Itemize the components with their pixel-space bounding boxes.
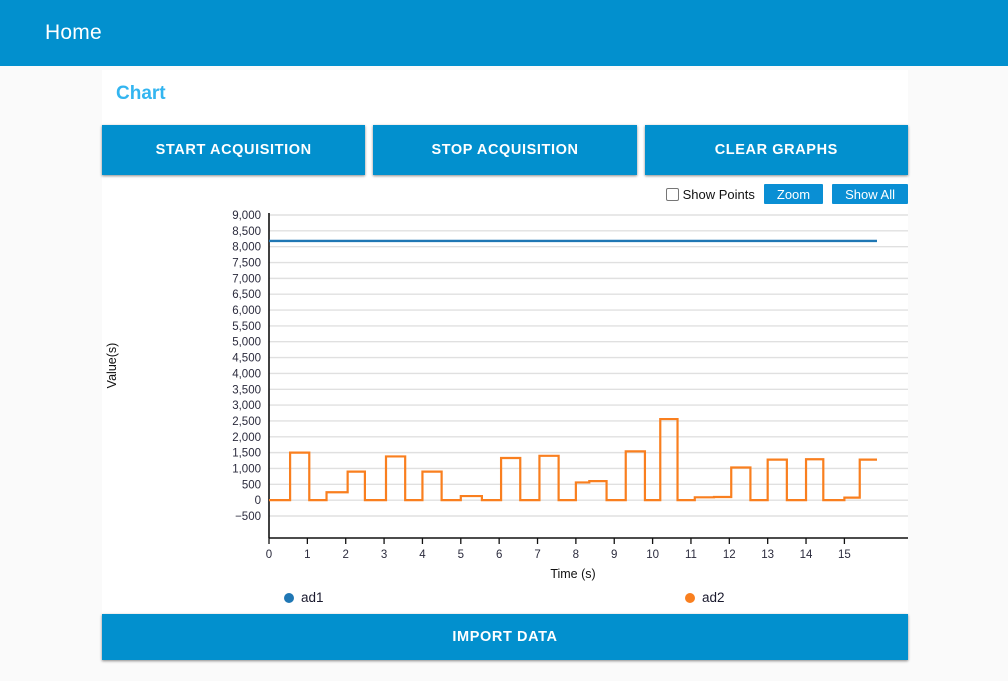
x-tick-label: 3 [381,549,387,561]
y-tick-label: 2,500 [232,416,261,428]
y-tick-label: 7,500 [232,258,261,270]
zoom-button[interactable]: Zoom [763,184,824,204]
app-bar: Home [0,0,1008,66]
y-axis-title: Value(s) [105,343,119,389]
legend-item-ad1[interactable]: ad1 [284,590,324,605]
x-tick-label: 5 [458,549,464,561]
y-tick-label: 1,000 [232,463,261,475]
x-tick-label: 14 [800,549,813,561]
y-tick-label: 6,000 [232,305,261,317]
legend-color-dot-icon [284,592,294,603]
acquisition-button-row: START ACQUISITION STOP ACQUISITION CLEAR… [102,125,908,175]
y-tick-label: 1,500 [232,448,261,460]
show-points-checkbox[interactable] [665,187,679,201]
y-tick-label: 9,000 [232,210,261,222]
y-tick-label: 500 [242,479,261,491]
y-tick-label: 3,500 [232,384,261,396]
y-tick-label: 4,000 [232,368,261,380]
x-tick-label: 4 [419,549,426,561]
x-tick-label: 15 [838,549,851,561]
x-tick-label: 8 [573,549,579,561]
y-tick-label: 0 [255,495,261,507]
y-tick-label: −500 [235,511,261,523]
series-line-ad2 [269,417,877,502]
chart-card: Chart START ACQUISITION STOP ACQUISITION… [102,70,908,660]
legend-item-ad2[interactable]: ad2 [685,590,725,605]
chart-legend: ad1 ad2 [102,590,908,612]
start-acquisition-button[interactable]: START ACQUISITION [102,125,366,175]
x-tick-label: 11 [685,549,697,561]
legend-label-ad2: ad2 [702,590,725,605]
legend-label-ad1: ad1 [301,590,324,605]
y-tick-label: 8,500 [232,226,261,238]
y-tick-label: 6,500 [232,289,261,301]
clear-graphs-button[interactable]: CLEAR GRAPHS [644,125,908,175]
y-tick-label: 7,000 [232,273,261,285]
y-tick-label: 2,000 [232,432,261,444]
chart-svg[interactable]: −500 0 500 1,000 1,500 2,000 2,500 3,000 3,500 4,… [102,206,908,586]
y-tick-label: 5,000 [232,337,261,349]
x-tick-label: 7 [534,549,540,561]
page-title: Chart [116,83,166,104]
y-tick-label: 4,500 [232,353,261,365]
y-tick-label: 8,000 [232,242,261,254]
app-root: Home Chart START ACQUISITION STOP ACQUIS… [0,0,1008,681]
show-points-checkbox-wrap[interactable]: Show Points [665,186,755,202]
x-tick-label: 9 [611,549,617,561]
x-tick-label: 12 [723,549,736,561]
x-tick-label: 6 [496,549,502,561]
x-tick-label: 13 [761,549,774,561]
show-points-label: Show Points [682,186,755,202]
y-tick-label: 5,500 [232,321,261,333]
x-tick-label: 10 [646,549,659,561]
x-tick-label: 1 [304,549,310,561]
chart-plot-area[interactable]: −500 0 500 1,000 1,500 2,000 2,500 3,000 3,500 4,… [102,206,908,586]
chart-toolbar: Show Points Zoom Show All [665,184,908,204]
x-tick-label: 2 [343,549,349,561]
app-bar-title: Home [45,21,102,44]
show-all-button[interactable]: Show All [832,184,908,204]
legend-color-dot-icon [685,592,695,603]
y-tick-label: 3,000 [232,400,261,412]
x-tick-label: 0 [266,549,272,561]
import-data-button[interactable]: IMPORT DATA [102,614,908,660]
stop-acquisition-button[interactable]: STOP ACQUISITION [373,125,637,175]
x-axis-title: Time (s) [550,567,595,581]
